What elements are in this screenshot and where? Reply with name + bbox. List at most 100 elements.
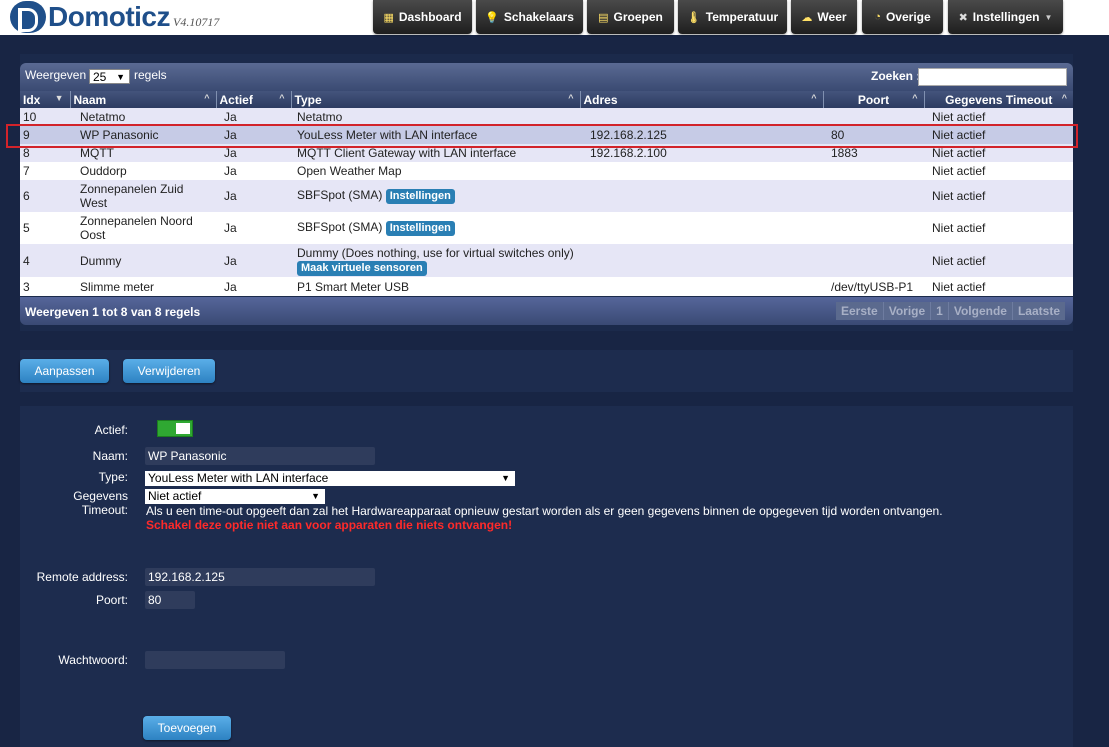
search-input[interactable] [918, 68, 1067, 86]
cell-idx: 4 [20, 244, 70, 277]
nav-dashboard[interactable]: ▦ Dashboard [373, 0, 472, 34]
cell-port: 80 [823, 126, 924, 144]
cell-type: SBFSpot (SMA) Instellingen [291, 212, 580, 244]
nav-temperatuur[interactable]: 🌡 Temperatuur [678, 0, 787, 34]
type-select[interactable]: YouLess Meter with LAN interface ▼ [145, 471, 515, 486]
nav-schakelaars[interactable]: 💡 Schakelaars [476, 0, 583, 34]
cell-active: Ja [216, 108, 291, 126]
cell-port [823, 108, 924, 126]
cell-active: Ja [216, 277, 291, 296]
timeout-select[interactable]: Niet actief ▼ [145, 489, 325, 504]
col-header-label: Gegevens Timeout [945, 92, 1053, 107]
name-label: Naam: [92, 449, 128, 463]
nav-label: Dashboard [398, 10, 462, 24]
type-label: Dummy (Does nothing, use for virtual swi… [297, 245, 574, 260]
table-row[interactable]: 8 MQTT Ja MQTT Client Gateway with LAN i… [20, 144, 1073, 162]
col-header-label: Idx [23, 92, 41, 107]
table-row[interactable]: 7 Ouddorp Ja Open Weather Map Niet actie… [20, 162, 1073, 180]
pager-first[interactable]: Eerste [836, 302, 884, 320]
lightbulb-icon: 💡 [485, 11, 499, 24]
nav-label: Schakelaars [503, 10, 574, 24]
groups-icon: ▤ [598, 11, 609, 24]
app-version: V4.10717 [173, 15, 220, 29]
cell-idx: 10 [20, 108, 70, 126]
weather-icon: ☁ [801, 11, 813, 24]
create-virtual-sensors-button[interactable]: Maak virtuele sensoren [297, 260, 427, 276]
table-row[interactable]: 10 Netatmo Ja Netatmo Niet actief [20, 108, 1073, 126]
delete-button[interactable]: Verwijderen [123, 359, 215, 383]
col-header-adres[interactable]: Adres ^ [580, 91, 824, 108]
cell-name: MQTT [70, 144, 216, 162]
active-toggle[interactable] [157, 420, 193, 437]
cell-name: Zonnepanelen Noord Oost [70, 212, 216, 244]
cell-port: 1883 [823, 144, 924, 162]
cell-name: Slimme meter [70, 277, 216, 296]
cell-timeout: Niet actief [924, 180, 1073, 212]
timeout-warning: Schakel deze optie niet aan voor apparat… [146, 518, 513, 532]
cell-active: Ja [216, 126, 291, 144]
table-row[interactable]: 4 Dummy Ja Dummy (Does nothing, use for … [20, 244, 1073, 277]
name-input[interactable]: WP Panasonic [145, 447, 375, 465]
cell-port [823, 244, 924, 277]
nav-instellingen[interactable]: ✖ Instellingen ▼ [948, 0, 1063, 34]
cell-timeout: Niet actief [924, 108, 1073, 126]
cell-active: Ja [216, 144, 291, 162]
col-header-naam[interactable]: Naam ^ [70, 91, 217, 108]
col-header-label: Actief [219, 92, 253, 107]
sort-desc-icon: ▼ [54, 93, 64, 103]
remote-address-input[interactable]: 192.168.2.125 [145, 568, 375, 586]
pager-previous[interactable]: Vorige [883, 302, 932, 320]
settings-button[interactable]: Instellingen [385, 221, 455, 236]
timeout-label-line2: Timeout: [81, 503, 128, 517]
table-row[interactable]: 3 Slimme meter Ja P1 Smart Meter USB /de… [20, 277, 1073, 296]
type-label: SBFSpot (SMA) [297, 220, 383, 234]
add-button[interactable]: Toevoegen [143, 716, 231, 740]
pager-next[interactable]: Volgende [948, 302, 1013, 320]
col-header-label: Naam [73, 92, 107, 107]
settings-button[interactable]: Instellingen [385, 189, 455, 204]
nav-overige[interactable]: ◔ Overige [862, 0, 943, 34]
sort-icon: ^ [811, 93, 817, 103]
col-header-idx[interactable]: Idx ▼ [20, 91, 71, 108]
page-size-prefix: Weergeven [25, 68, 87, 82]
table-row[interactable]: 6 Zonnepanelen Zuid West Ja SBFSpot (SMA… [20, 180, 1073, 212]
thermometer-icon: 🌡 [686, 11, 701, 24]
utility-icon: ◔ [874, 11, 881, 23]
cell-address [580, 244, 823, 277]
hardware-table: Idx ▼ Naam ^ Actief ^ Type ^ Adres ^ Poort ^ G… [20, 91, 1073, 296]
sort-icon: ^ [1061, 93, 1067, 103]
page-size-value: 25 [93, 70, 107, 84]
domoticz-logo-icon [10, 1, 46, 33]
pager-page-1[interactable]: 1 [931, 302, 949, 320]
cell-name: Ouddorp [70, 162, 216, 180]
page-size-select[interactable]: 25 ▼ [89, 69, 130, 84]
page-size-suffix: regels [134, 68, 167, 82]
port-input[interactable]: 80 [145, 591, 195, 609]
cell-type: SBFSpot (SMA) Instellingen [291, 180, 580, 212]
pagination: Eerste Vorige 1 Volgende Laatste [836, 302, 1065, 320]
table-row-selected[interactable]: 9 WP Panasonic Ja YouLess Meter with LAN… [20, 126, 1073, 144]
sort-icon: ^ [279, 93, 285, 103]
edit-button[interactable]: Aanpassen [20, 359, 109, 383]
table-row[interactable]: 5 Zonnepanelen Noord Oost Ja SBFSpot (SM… [20, 212, 1073, 244]
cell-idx: 8 [20, 144, 70, 162]
cell-name: Zonnepanelen Zuid West [70, 180, 216, 212]
app-logo[interactable]: Domoticz V4.10717 [10, 1, 219, 33]
password-input[interactable] [145, 651, 285, 669]
col-header-actief[interactable]: Actief ^ [216, 91, 292, 108]
col-header-label: Adres [583, 92, 618, 107]
cell-timeout: Niet actief [924, 244, 1073, 277]
active-label: Actief: [94, 423, 128, 437]
col-header-poort[interactable]: Poort ^ [823, 91, 925, 108]
cell-type: Dummy (Does nothing, use for virtual swi… [291, 244, 580, 277]
pager-last[interactable]: Laatste [1012, 302, 1065, 320]
port-label: Poort: [95, 593, 128, 607]
type-label: SBFSpot (SMA) [297, 188, 383, 202]
cell-idx: 6 [20, 180, 70, 212]
nav-groepen[interactable]: ▤ Groepen [587, 0, 674, 34]
col-header-timeout[interactable]: Gegevens Timeout ^ [924, 91, 1073, 108]
nav-label: Overige [885, 10, 931, 24]
nav-weer[interactable]: ☁ Weer [791, 0, 857, 34]
col-header-type[interactable]: Type ^ [291, 91, 581, 108]
sort-icon: ^ [204, 93, 210, 103]
